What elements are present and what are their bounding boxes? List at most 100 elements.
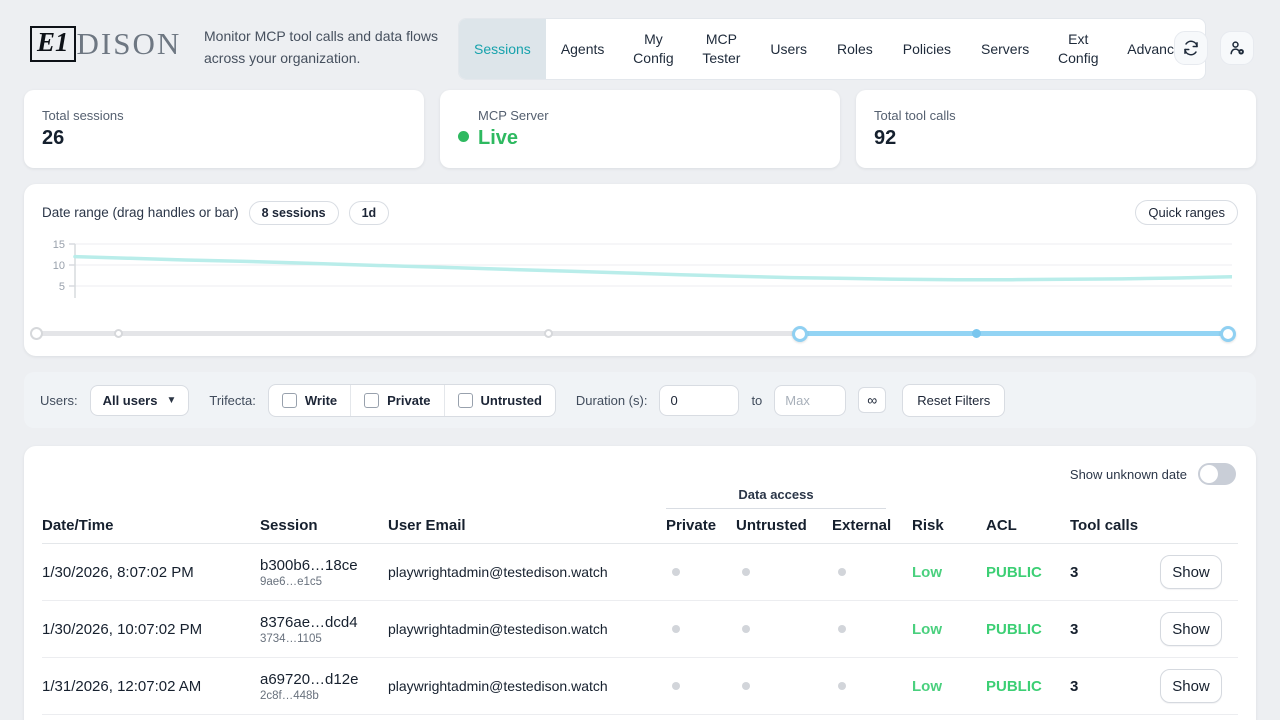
- date-range-card: Date range (drag handles or bar) 8 sessi…: [24, 184, 1256, 356]
- slider-track[interactable]: [36, 331, 1228, 336]
- row-risk: Low: [912, 621, 986, 638]
- row-risk: Low: [912, 678, 986, 695]
- stats-row: Total sessions 26 MCP Server Live Total …: [24, 90, 1256, 168]
- duration-label: Duration (s):: [576, 393, 648, 408]
- row-datetime: 1/30/2026, 8:07:02 PM: [42, 564, 260, 581]
- infinity-button[interactable]: ∞: [858, 387, 886, 413]
- refresh-icon: [1182, 39, 1200, 57]
- tab-ext-config[interactable]: Ext Config: [1044, 19, 1112, 79]
- filters-bar: Users: All users ▼ Trifecta: Write Priva…: [24, 372, 1256, 428]
- quick-ranges-button[interactable]: Quick ranges: [1135, 200, 1238, 225]
- show-button[interactable]: Show: [1160, 555, 1222, 589]
- user-settings-button[interactable]: [1220, 31, 1254, 65]
- show-button[interactable]: Show: [1160, 669, 1222, 703]
- write-checkbox-item[interactable]: Write: [269, 385, 350, 416]
- svg-text:10: 10: [53, 260, 65, 272]
- slider-start-handle[interactable]: [792, 326, 808, 342]
- private-checkbox-label: Private: [387, 393, 430, 408]
- duration-to-label: to: [751, 393, 762, 408]
- tab-users[interactable]: Users: [755, 19, 822, 79]
- private-checkbox[interactable]: [364, 393, 379, 408]
- total-sessions-card: Total sessions 26: [24, 90, 424, 168]
- row-acl: PUBLIC: [986, 678, 1070, 695]
- users-filter-label: Users:: [40, 393, 78, 408]
- show-button[interactable]: Show: [1160, 612, 1222, 646]
- col-untrusted: Untrusted: [736, 509, 832, 534]
- table-header: Date/Time Session User Email Data access…: [42, 485, 1238, 544]
- row-session: 8376ae…dcd4 3734…1105: [260, 614, 388, 645]
- sessions-count-badge: 8 sessions: [249, 201, 339, 225]
- total-sessions-label: Total sessions: [42, 108, 124, 123]
- tab-policies[interactable]: Policies: [888, 19, 966, 79]
- row-tool-calls: 3: [1070, 621, 1160, 638]
- table-row: 1/31/2026, 12:07:02 AM a69720…d12e 2c8f……: [42, 658, 1238, 715]
- logo-e1-box: E1: [30, 26, 76, 62]
- external-indicator-dot: [838, 568, 846, 576]
- row-session: a69720…d12e 2c8f…448b: [260, 671, 388, 702]
- session-sub-id: 9ae6…e1c5: [260, 576, 388, 588]
- tab-my-config[interactable]: My Config: [619, 19, 687, 79]
- total-tool-calls-label: Total tool calls: [874, 108, 956, 123]
- row-risk: Low: [912, 564, 986, 581]
- session-sub-id: 2c8f…448b: [260, 690, 388, 702]
- users-select-value: All users: [103, 393, 158, 408]
- untrusted-checkbox-item[interactable]: Untrusted: [444, 385, 555, 416]
- reset-filters-button[interactable]: Reset Filters: [902, 384, 1005, 417]
- session-id: b300b6…18ce: [260, 557, 388, 574]
- svg-text:5: 5: [59, 281, 65, 293]
- range-duration-badge: 1d: [349, 201, 390, 225]
- sessions-table-card: Show unknown date Date/Time Session User…: [24, 446, 1256, 720]
- mcp-server-label: MCP Server: [478, 108, 549, 123]
- trifecta-label: Trifecta:: [209, 393, 255, 408]
- private-indicator-dot: [672, 682, 680, 690]
- session-id: 8376ae…dcd4: [260, 614, 388, 631]
- col-datetime: Date/Time: [42, 509, 260, 534]
- slider-end-handle[interactable]: [1220, 326, 1236, 342]
- tab-sessions[interactable]: Sessions: [459, 19, 546, 79]
- chevron-down-icon: ▼: [166, 395, 176, 406]
- col-session: Session: [260, 509, 388, 534]
- total-tool-calls-card: Total tool calls 92: [856, 90, 1256, 168]
- duration-max-input[interactable]: [774, 385, 846, 416]
- mcp-server-status: Live: [478, 127, 549, 150]
- col-user-email: User Email: [388, 509, 666, 534]
- row-session: b300b6…18ce 9ae6…e1c5: [260, 557, 388, 588]
- external-indicator-dot: [838, 682, 846, 690]
- write-checkbox[interactable]: [282, 393, 297, 408]
- edison-logo: E1DISON: [30, 26, 181, 62]
- show-unknown-date-toggle[interactable]: [1198, 463, 1236, 485]
- slider-selected-range[interactable]: [800, 331, 1228, 336]
- toggle-knob: [1200, 465, 1218, 483]
- total-sessions-value: 26: [42, 127, 124, 150]
- show-unknown-date-label: Show unknown date: [1070, 467, 1187, 482]
- external-indicator-dot: [838, 625, 846, 633]
- row-tool-calls: 3: [1070, 678, 1160, 695]
- header: E1DISON Monitor MCP tool calls and data …: [0, 0, 1280, 84]
- date-range-title: Date range (drag handles or bar): [42, 205, 239, 220]
- slider-left-endcap-handle[interactable]: [30, 327, 43, 340]
- row-datetime: 1/30/2026, 10:07:02 PM: [42, 621, 260, 638]
- total-tool-calls-value: 92: [874, 127, 956, 150]
- private-indicator-dot: [672, 625, 680, 633]
- app-tagline: Monitor MCP tool calls and data flows ac…: [204, 26, 446, 69]
- slider-mark-3: [972, 329, 981, 338]
- tab-agents[interactable]: Agents: [546, 19, 620, 79]
- row-tool-calls: 3: [1070, 564, 1160, 581]
- private-checkbox-item[interactable]: Private: [350, 385, 443, 416]
- untrusted-checkbox[interactable]: [458, 393, 473, 408]
- table-row: 1/30/2026, 10:07:02 PM 8376ae…dcd4 3734……: [42, 601, 1238, 658]
- users-select[interactable]: All users ▼: [90, 385, 190, 416]
- live-status-dot-icon: [458, 131, 469, 142]
- row-email: playwrightadmin@testedison.watch: [388, 678, 666, 694]
- tab-roles[interactable]: Roles: [822, 19, 888, 79]
- refresh-button[interactable]: [1174, 31, 1208, 65]
- tab-servers[interactable]: Servers: [966, 19, 1044, 79]
- untrusted-indicator-dot: [742, 682, 750, 690]
- duration-min-input[interactable]: [659, 385, 739, 416]
- tab-mcp-tester[interactable]: MCP Tester: [687, 19, 755, 79]
- mcp-server-card: MCP Server Live: [440, 90, 840, 168]
- date-range-chart: 15 10 5: [36, 236, 1232, 308]
- svg-text:15: 15: [53, 239, 65, 251]
- main-nav: Sessions Agents My Config MCP Tester Use…: [458, 18, 1206, 80]
- slider-mark-2: [544, 329, 553, 338]
